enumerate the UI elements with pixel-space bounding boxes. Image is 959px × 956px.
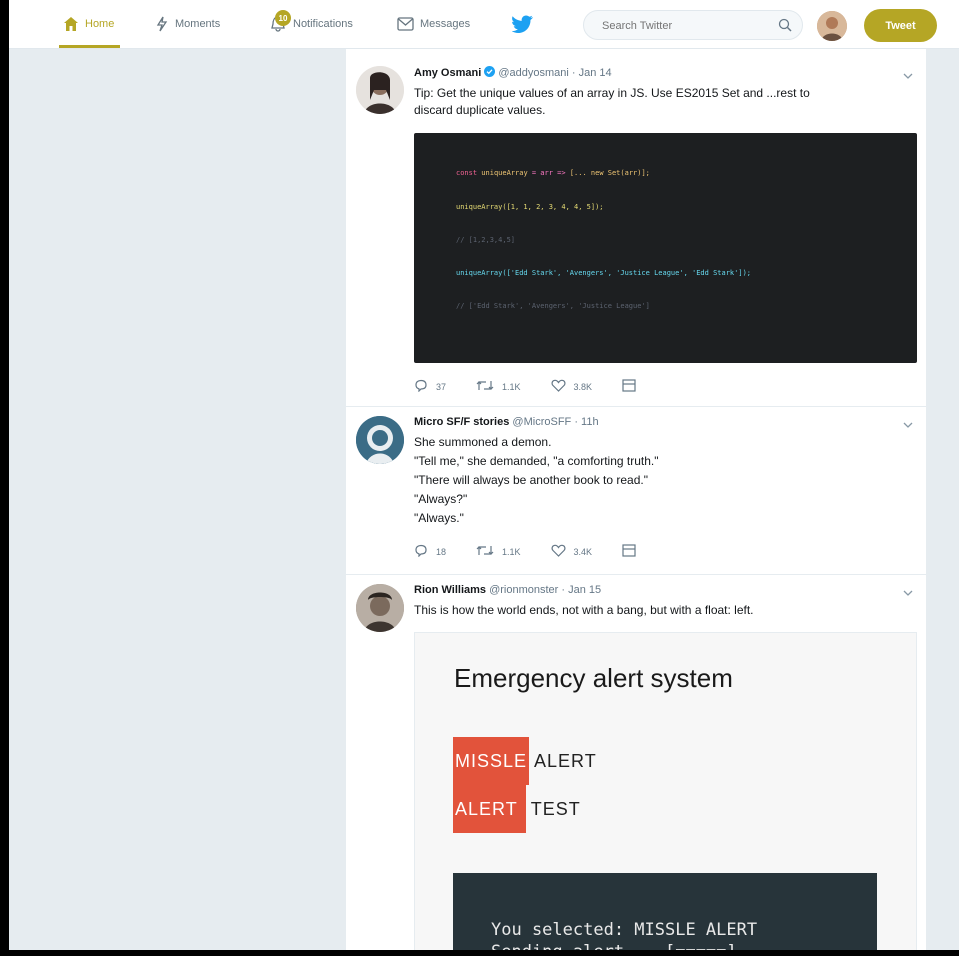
- reply-button[interactable]: 37: [414, 379, 446, 394]
- verified-icon: [484, 66, 496, 80]
- retweet-button[interactable]: 1.1K: [476, 544, 521, 559]
- nav-messages-label: Messages: [420, 18, 471, 30]
- code-line: // [1,2,3,4,5]: [456, 236, 516, 244]
- reply-icon: [414, 379, 428, 394]
- window-frame-left: [0, 0, 9, 956]
- code-image[interactable]: const uniqueArray = arr => [... new Set(…: [414, 133, 917, 363]
- direct-message-button[interactable]: [622, 544, 636, 559]
- tweet-media-image[interactable]: Emergency alert system MISSLE ALERT ALER…: [414, 632, 917, 950]
- nav-home-label: Home: [85, 18, 115, 30]
- card-title: Emergency alert system: [454, 663, 733, 693]
- alert-plain: TEST: [530, 798, 581, 819]
- code-line: // ['Edd Stark', 'Avengers', 'Justice Le…: [456, 302, 650, 310]
- alert-plain: ALERT: [534, 750, 597, 771]
- message-icon: [622, 379, 636, 394]
- tweet-card[interactable]: Amy Osmani @addyosmani · Jan 14 Tip: Get…: [346, 49, 926, 407]
- tweet-text: Tip: Get the unique values of an array i…: [414, 85, 904, 119]
- tweet-time[interactable]: 11h: [581, 416, 599, 428]
- avatar[interactable]: [356, 416, 404, 464]
- tweet-handle[interactable]: @addyosmani: [498, 67, 568, 79]
- like-count: 3.8K: [573, 381, 593, 392]
- tweet-author-name[interactable]: Amy Osmani: [414, 67, 481, 79]
- heart-icon: [551, 544, 566, 559]
- terminal-line: You selected: MISSLE ALERT: [491, 920, 758, 940]
- retweet-count: 1.1K: [502, 381, 521, 392]
- tweet-text: She summoned a demon. "Tell me," she dem…: [414, 433, 904, 528]
- tweet-text-line: "Always?": [414, 492, 468, 506]
- tweet-button[interactable]: Tweet: [864, 9, 937, 42]
- retweet-button[interactable]: 1.1K: [476, 379, 521, 394]
- nav-notifications[interactable]: 10 Notifications: [269, 0, 353, 48]
- tweet-actions: 18 1.1K 3.4K: [414, 544, 666, 559]
- alert-row: MISSLE ALERT: [453, 737, 597, 785]
- like-button[interactable]: 3.8K: [551, 379, 593, 394]
- top-navigation-bar: Home Moments 10 Notifications Messages T…: [9, 0, 959, 49]
- tweet-actions: 37 1.1K 3.8K: [414, 379, 666, 394]
- tweet-text: This is how the world ends, not with a b…: [414, 602, 904, 619]
- timeline: Amy Osmani @addyosmani · Jan 14 Tip: Get…: [346, 49, 926, 950]
- window-frame-bottom: [0, 950, 959, 956]
- chevron-down-icon[interactable]: [902, 69, 914, 81]
- nav-moments[interactable]: Moments: [155, 0, 220, 48]
- twitter-bird-icon[interactable]: [511, 15, 534, 38]
- code-line: const uniqueArray = arr => [... new Set(…: [456, 169, 650, 177]
- search-input[interactable]: [600, 17, 774, 35]
- chevron-down-icon[interactable]: [902, 418, 914, 430]
- code-line: uniqueArray([1, 1, 2, 3, 4, 4, 5]);: [456, 203, 604, 211]
- tweet-author-name[interactable]: Micro SF/F stories: [414, 416, 509, 428]
- reply-count: 37: [436, 381, 447, 392]
- terminal-output: You selected: MISSLE ALERT Sending alert…: [453, 873, 877, 950]
- tweet-text-line: "Tell me," she demanded, "a comforting t…: [414, 454, 659, 468]
- notifications-badge: 10: [275, 10, 291, 26]
- tweet-header: Amy Osmani @addyosmani · Jan 14: [414, 66, 612, 80]
- tweet-text-line: She summoned a demon.: [414, 435, 552, 449]
- retweet-icon: [476, 544, 494, 559]
- tweet-card[interactable]: Rion Williams @rionmonster · Jan 15 This…: [346, 574, 926, 950]
- like-count: 3.4K: [573, 546, 593, 557]
- chevron-down-icon[interactable]: [902, 586, 914, 598]
- search-box: [583, 10, 803, 40]
- home-icon: [63, 16, 79, 32]
- nav-home[interactable]: Home: [58, 0, 121, 48]
- code-line: uniqueArray(['Edd Stark', 'Avengers', 'J…: [456, 269, 752, 277]
- heart-icon: [551, 379, 566, 394]
- tweet-text-line: This is how the world ends, not with a b…: [414, 603, 754, 617]
- alert-highlight: MISSLE: [453, 737, 530, 785]
- alert-highlight: ALERT: [453, 785, 526, 833]
- tweet-text-line: "There will always be another book to re…: [414, 473, 648, 487]
- tweet-card[interactable]: Micro SF/F stories @MicroSFF · 11h She s…: [346, 406, 926, 575]
- tweet-handle[interactable]: @MicroSFF: [512, 416, 571, 428]
- message-icon: [622, 544, 636, 559]
- retweet-icon: [476, 379, 494, 394]
- tweet-text-line: Tip: Get the unique values of an array i…: [414, 86, 810, 100]
- reply-count: 18: [436, 546, 447, 557]
- tweet-time[interactable]: Jan 14: [579, 67, 612, 79]
- envelope-icon: [397, 17, 414, 31]
- nav-moments-label: Moments: [175, 18, 221, 30]
- tweet-text-line: discard duplicate values.: [414, 103, 546, 117]
- avatar[interactable]: [356, 584, 404, 632]
- tweet-header: Rion Williams @rionmonster · Jan 15: [414, 584, 602, 596]
- like-button[interactable]: 3.4K: [551, 544, 593, 559]
- terminal-line: Sending alert... [=====]: [491, 941, 737, 950]
- lightning-icon: [155, 16, 169, 32]
- tweet-author-name[interactable]: Rion Williams: [414, 584, 486, 596]
- tweet-text-line: "Always.": [414, 511, 464, 525]
- tweet-time[interactable]: Jan 15: [568, 584, 601, 596]
- reply-button[interactable]: 18: [414, 544, 446, 559]
- retweet-count: 1.1K: [502, 546, 521, 557]
- avatar[interactable]: [356, 66, 404, 114]
- reply-icon: [414, 544, 428, 559]
- tweet-handle[interactable]: @rionmonster: [489, 584, 558, 596]
- nav-notifications-label: Notifications: [293, 18, 353, 30]
- direct-message-button[interactable]: [622, 379, 636, 394]
- nav-messages[interactable]: Messages: [397, 0, 470, 48]
- user-avatar[interactable]: [817, 11, 847, 41]
- tweet-header: Micro SF/F stories @MicroSFF · 11h: [414, 416, 599, 428]
- search-icon[interactable]: [778, 18, 792, 37]
- alert-row: ALERT TEST: [453, 785, 581, 833]
